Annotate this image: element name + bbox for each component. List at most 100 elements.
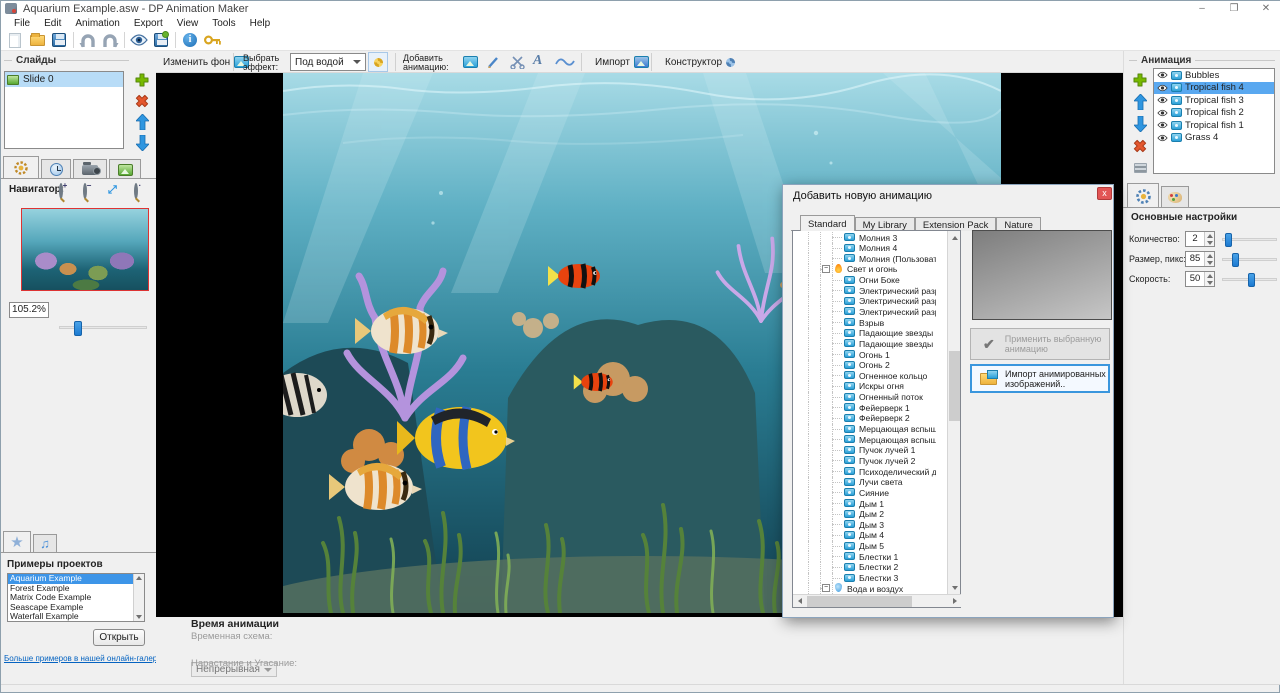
tree-item[interactable]: − Падающие звезды 2	[793, 338, 936, 349]
tree-item[interactable]: − Огонь 2	[793, 360, 936, 371]
tree-item[interactable]: − Электрический разряд 3	[793, 306, 936, 317]
constructor-button[interactable]: Конструктор	[661, 52, 739, 72]
maximize-button[interactable]: ❐	[1219, 1, 1249, 17]
tree-item[interactable]: − Пучок лучей 1	[793, 445, 936, 456]
import-button[interactable]: Импорт	[591, 52, 653, 72]
tree-item[interactable]: − Блестки 1	[793, 551, 936, 562]
setting-slider[interactable]	[1222, 238, 1277, 241]
spin-down-icon[interactable]	[1207, 241, 1213, 245]
setting-spinner[interactable]: 2	[1185, 231, 1215, 247]
tree-item[interactable]: − Электрический разряд 2	[793, 296, 936, 307]
animation-row[interactable]: Bubbles	[1154, 69, 1274, 82]
visibility-eye-icon[interactable]	[1157, 109, 1168, 117]
add-scissors-animation-button[interactable]	[506, 52, 529, 72]
add-image-animation-button[interactable]	[459, 52, 482, 72]
move-slide-down-button[interactable]	[133, 134, 151, 152]
navigator-thumbnail[interactable]	[21, 208, 149, 291]
slides-list[interactable]: Slide 0	[4, 71, 124, 149]
add-animation-button[interactable]	[1131, 71, 1149, 89]
setting-slider[interactable]	[1222, 258, 1277, 261]
setting-spinner[interactable]: 85	[1185, 251, 1215, 267]
menu-item[interactable]: Export	[127, 18, 170, 29]
tab-output[interactable]	[109, 159, 141, 179]
menu-item[interactable]: Animation	[68, 18, 126, 29]
spin-up-icon[interactable]	[1207, 274, 1213, 278]
tree-item[interactable]: − Искры огня	[793, 381, 936, 392]
animation-row[interactable]: Tropical fish 4	[1154, 82, 1274, 95]
effect-select[interactable]: Под водой	[290, 53, 366, 71]
menu-item[interactable]: File	[7, 18, 37, 29]
zoom-in-button[interactable]: +	[59, 185, 63, 197]
open-file-button[interactable]	[26, 31, 48, 50]
zoom-slider[interactable]	[59, 326, 147, 329]
preview-button[interactable]	[128, 31, 150, 50]
tree-item[interactable]: − Молния 3	[793, 232, 936, 243]
undo-button[interactable]	[77, 31, 99, 50]
tree-expander-icon[interactable]: −	[822, 584, 830, 592]
visibility-eye-icon[interactable]	[1157, 134, 1168, 142]
spin-down-icon[interactable]	[1207, 261, 1213, 265]
animation-row[interactable]: Tropical fish 3	[1154, 94, 1274, 107]
tree-item[interactable]: − Огненное кольцо	[793, 370, 936, 381]
export-button[interactable]	[150, 31, 172, 50]
change-background-button[interactable]: Изменить фон	[159, 52, 253, 72]
visibility-eye-icon[interactable]	[1157, 84, 1168, 92]
tree-item[interactable]: − Блестки 3	[793, 573, 936, 584]
tree-item[interactable]: − Мерцающая вспышка 2	[793, 434, 936, 445]
menu-item[interactable]: Edit	[37, 18, 68, 29]
tree-item[interactable]: − Взрыв	[793, 317, 936, 328]
tree-expander-icon[interactable]: −	[822, 265, 830, 273]
tree-item[interactable]: − Дым 5	[793, 541, 936, 552]
examples-scrollbar[interactable]	[133, 574, 144, 621]
menu-item[interactable]: View	[170, 18, 206, 29]
import-animated-images-button[interactable]: Импорт анимированныхизображений..	[970, 364, 1110, 393]
close-button[interactable]: ✕	[1251, 1, 1280, 17]
delete-slide-button[interactable]	[133, 92, 151, 110]
tree-item[interactable]: − Вода и воздух	[793, 583, 936, 594]
dialog-tab[interactable]: My Library	[855, 217, 915, 231]
apply-animation-button[interactable]: ✔ Применить выбраннуюанимацию	[970, 328, 1110, 360]
tree-item[interactable]: − Мерцающая вспышка 1	[793, 424, 936, 435]
scrollbar-thumb[interactable]	[949, 351, 960, 421]
add-slide-button[interactable]	[133, 71, 151, 89]
animation-row[interactable]: Tropical fish 1	[1154, 119, 1274, 132]
tree-item[interactable]: − Дым 3	[793, 519, 936, 530]
tab-color-settings[interactable]	[1161, 186, 1189, 207]
zoom-value[interactable]: 105.2%	[9, 302, 49, 318]
about-button[interactable]: i	[179, 31, 201, 50]
tab-basic-settings[interactable]	[1127, 183, 1159, 208]
tree-item[interactable]: − Падающие звезды 1	[793, 328, 936, 339]
open-example-button[interactable]: Открыть	[93, 629, 145, 646]
online-gallery-link[interactable]: Больше примеров в нашей онлайн-галерее	[4, 654, 154, 663]
scroll-up-icon[interactable]	[948, 231, 961, 244]
tree-item[interactable]: − Фейерверк 2	[793, 413, 936, 424]
menu-item[interactable]: Tools	[205, 18, 242, 29]
tree-item[interactable]: − Дым 2	[793, 509, 936, 520]
tab-example-projects[interactable]: ★	[3, 531, 31, 552]
new-file-button[interactable]	[4, 31, 26, 50]
actual-size-button[interactable]: ·	[134, 185, 138, 197]
add-brush-animation-button[interactable]	[483, 52, 505, 72]
scroll-left-icon[interactable]	[793, 595, 806, 608]
spin-up-icon[interactable]	[1207, 234, 1213, 238]
zoom-slider-handle[interactable]	[74, 321, 82, 336]
tree-item[interactable]: − Лучи света	[793, 477, 936, 488]
effect-settings-button[interactable]	[368, 52, 388, 72]
zoom-out-button[interactable]: −	[83, 185, 87, 197]
move-animation-up-button[interactable]	[1131, 93, 1149, 111]
tree-item[interactable]: − Дым 1	[793, 498, 936, 509]
tree-item[interactable]: − Молния 4	[793, 243, 936, 254]
tab-music[interactable]: ♫	[33, 534, 57, 552]
tree-horizontal-scrollbar[interactable]	[793, 594, 961, 607]
tree-item[interactable]: − Огни Боке	[793, 275, 936, 286]
spinner-buttons[interactable]	[1204, 252, 1214, 266]
spinner-buttons[interactable]	[1204, 232, 1214, 246]
tree-item[interactable]: − Пучок лучей 2	[793, 455, 936, 466]
visibility-eye-icon[interactable]	[1157, 121, 1168, 129]
tree-item[interactable]: − Фейерверк 1	[793, 402, 936, 413]
move-slide-up-button[interactable]	[133, 113, 151, 131]
delete-animation-button[interactable]	[1131, 137, 1149, 155]
tree-item[interactable]: − Огонь 1	[793, 349, 936, 360]
tree-item[interactable]: − Сияние	[793, 487, 936, 498]
dialog-tab[interactable]: Nature	[996, 217, 1041, 231]
